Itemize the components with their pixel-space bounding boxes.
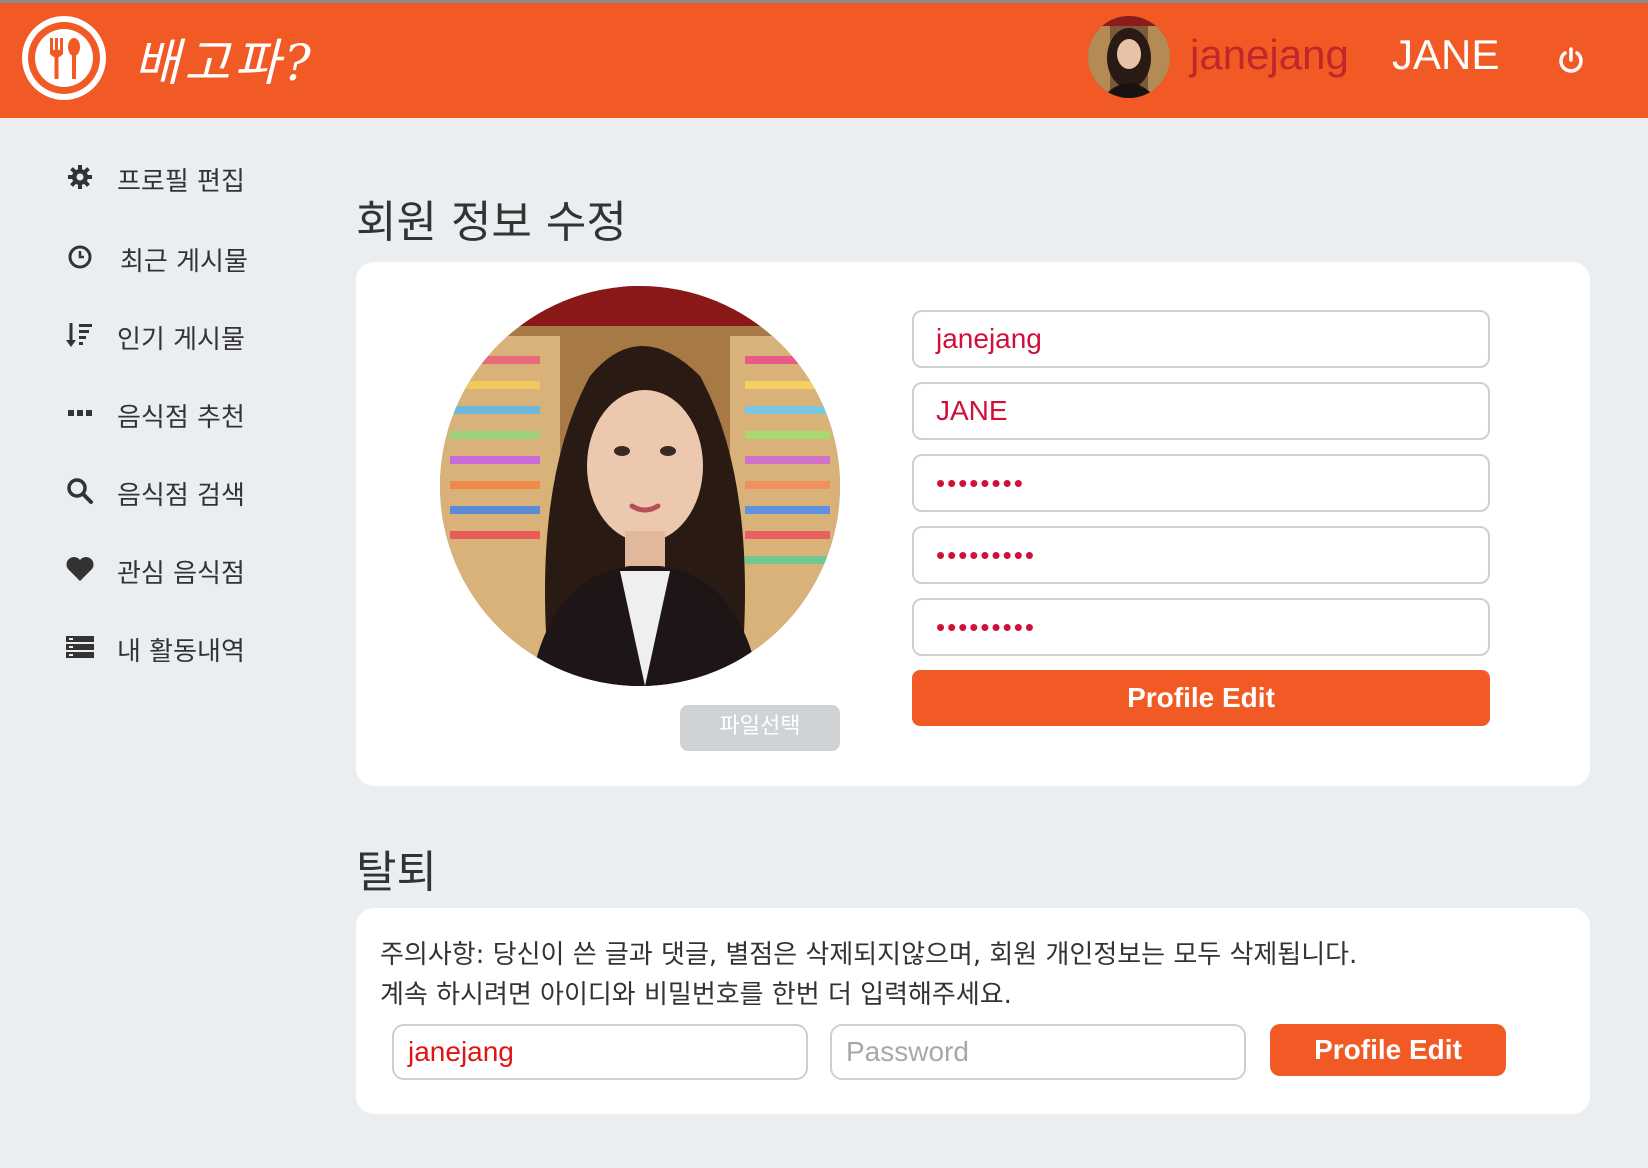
sidebar-item-recent-posts[interactable]: 최근 게시물: [60, 237, 320, 277]
sidebar-item-label: 음식점 추천: [117, 403, 245, 433]
sidebar-item-favorite-restaurants[interactable]: 관심 음식점: [60, 549, 320, 589]
header-username[interactable]: janejang: [1190, 31, 1349, 79]
sidebar-item-my-activity[interactable]: 내 활동내역: [60, 627, 320, 667]
profile-edit-button[interactable]: Profile Edit: [912, 670, 1490, 726]
withdraw-title: 탈퇴: [356, 847, 437, 898]
sidebar-item-profile-edit[interactable]: 프로필 편집: [60, 157, 320, 197]
sidebar-item-popular-posts[interactable]: 인기 게시물: [60, 315, 320, 355]
page-title: 회원 정보 수정: [356, 197, 627, 248]
new-password-field[interactable]: •••••••••: [912, 526, 1490, 584]
ellipsis-icon: [60, 399, 100, 427]
withdraw-password-input[interactable]: Password: [830, 1024, 1246, 1080]
profile-photo: [440, 286, 840, 686]
withdraw-id-input[interactable]: janejang: [392, 1024, 808, 1080]
withdraw-notice-line-1: 주의사항: 당신이 쓴 글과 댓글, 별점은 삭제되지않으며, 회원 개인정보는…: [380, 940, 1358, 970]
sort-icon: [60, 321, 100, 349]
search-icon: [60, 477, 100, 505]
withdraw-notice-line-2: 계속 하시려면 아이디와 비밀번호를 한번 더 입력해주세요.: [380, 980, 1012, 1010]
user-avatar-icon: [1088, 16, 1170, 98]
header-avatar[interactable]: [1088, 16, 1170, 98]
header-display-name: JANE: [1392, 31, 1500, 78]
current-password-field[interactable]: ••••••••: [912, 454, 1490, 512]
sidebar-item-label: 프로필 편집: [117, 167, 245, 197]
fork-spoon-logo-icon: [28, 22, 100, 94]
sidebar-item-restaurant-recommend[interactable]: 음식점 추천: [60, 393, 320, 433]
sidebar-item-label: 인기 게시물: [117, 325, 245, 355]
username-field[interactable]: janejang: [912, 310, 1490, 368]
clock-icon: [60, 243, 100, 271]
logo[interactable]: [22, 16, 106, 100]
sidebar-item-label: 관심 음식점: [117, 559, 245, 589]
name-field[interactable]: JANE: [912, 382, 1490, 440]
profile-photo-icon: [440, 286, 840, 686]
file-select-button[interactable]: 파일선택: [680, 705, 840, 751]
list-icon: [60, 633, 100, 661]
withdraw-submit-button[interactable]: Profile Edit: [1270, 1024, 1506, 1076]
heart-icon: [60, 555, 100, 583]
brand-name[interactable]: 배고파?: [134, 23, 315, 95]
gear-icon: [60, 163, 100, 191]
sidebar-item-label: 최근 게시물: [120, 247, 248, 277]
sidebar-item-restaurant-search[interactable]: 음식점 검색: [60, 471, 320, 511]
sidebar-item-label: 음식점 검색: [117, 481, 245, 511]
confirm-password-field[interactable]: •••••••••: [912, 598, 1490, 656]
power-icon[interactable]: [1556, 45, 1586, 75]
sidebar-item-label: 내 활동내역: [117, 637, 245, 667]
top-header: 배고파? janejang JANE: [0, 0, 1648, 118]
